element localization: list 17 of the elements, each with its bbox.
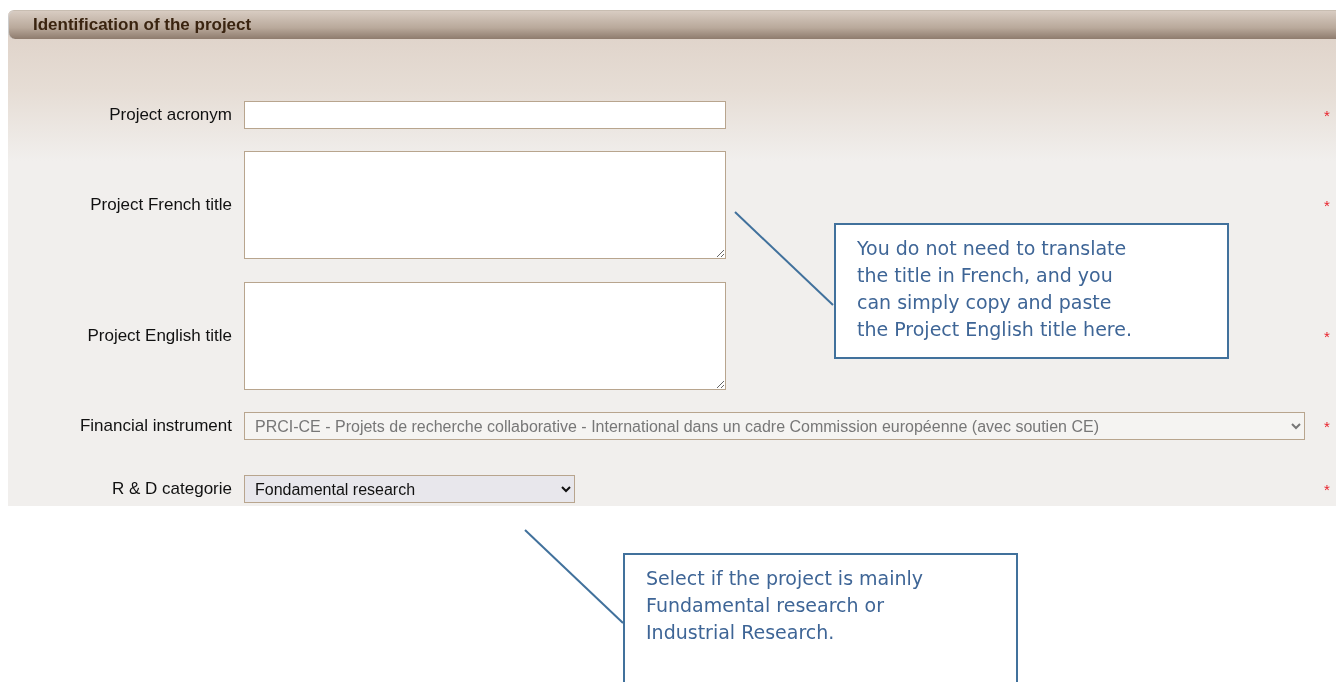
required-mark: *: [1324, 417, 1331, 435]
field-label: Project acronym: [108, 105, 232, 125]
field-label: R & D categorie: [111, 479, 232, 499]
text-field[interactable]: [244, 101, 726, 129]
required-mark: *: [1324, 327, 1331, 345]
required-mark: *: [1324, 106, 1331, 124]
field-label: Financial instrument: [78, 416, 232, 436]
dropdown[interactable]: Fondamental research: [244, 475, 575, 503]
required-mark: *: [1324, 196, 1331, 214]
callout-text: Select if the project is mainly Fundamental research or Industrial Research.: [646, 566, 925, 645]
field-label: Project English title: [86, 326, 232, 346]
field-label: Project French title: [89, 195, 232, 215]
text-area[interactable]: [244, 282, 726, 390]
section-title: Identification of the project: [33, 15, 252, 35]
text-area[interactable]: [244, 151, 726, 259]
required-mark: *: [1324, 480, 1331, 498]
callout-text: You do not need to translate the title in French, and you can simply copy and paste the Project English title here.: [857, 236, 1133, 342]
